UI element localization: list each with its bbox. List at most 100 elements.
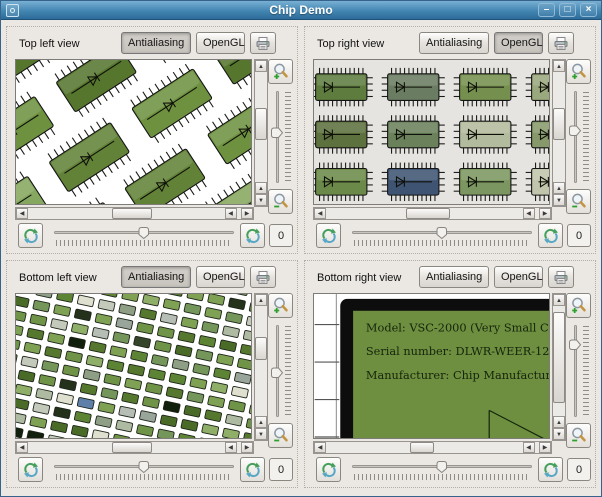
chip[interactable] [313, 162, 373, 202]
rotate-slider-handle[interactable] [138, 226, 150, 240]
horizontal-scrollbar-thumb[interactable] [410, 442, 434, 453]
horizontal-scrollbar-thumb[interactable] [406, 208, 450, 219]
horizontal-scrollbar[interactable]: ◀ ◀ ▶ [15, 207, 254, 220]
zoom-slider-handle[interactable] [568, 125, 582, 137]
print-button[interactable] [548, 32, 574, 54]
scroll-left-icon[interactable]: ◀ [314, 442, 326, 453]
antialiasing-button[interactable]: Antialiasing [419, 266, 489, 288]
zoom-out-button[interactable] [268, 189, 293, 214]
scroll-right-icon[interactable]: ▶ [241, 442, 253, 453]
rotate-right-button[interactable] [240, 223, 265, 248]
scroll-right-icon[interactable]: ▶ [539, 442, 551, 453]
chip[interactable] [453, 67, 517, 107]
rotate-left-button[interactable] [316, 223, 341, 248]
vertical-scrollbar[interactable]: ▲ ▲ ▼ [552, 293, 566, 441]
scroll-up-icon[interactable]: ▲ [553, 60, 565, 72]
scroll-left-icon[interactable]: ◀ [224, 208, 237, 219]
zoom-in-button[interactable] [268, 293, 293, 318]
graphics-scene[interactable]: Model: VSC-2000 (Very Small Chip) at 9 Se… [313, 293, 550, 439]
rotate-slider[interactable] [52, 225, 236, 247]
antialiasing-button[interactable]: Antialiasing [419, 32, 489, 54]
zoom-out-button[interactable] [566, 423, 591, 448]
opengl-button[interactable]: OpenGL [494, 32, 543, 54]
antialiasing-button[interactable]: Antialiasing [121, 32, 191, 54]
scroll-left-icon[interactable]: ◀ [224, 442, 237, 453]
chip[interactable] [381, 67, 445, 107]
scroll-up-icon[interactable]: ▲ [255, 182, 267, 194]
zoom-slider[interactable] [269, 89, 293, 185]
scroll-left-icon[interactable]: ◀ [16, 442, 28, 453]
rotate-right-button[interactable] [240, 457, 265, 482]
zoom-slider-handle[interactable] [270, 127, 284, 139]
rotate-right-button[interactable] [538, 223, 563, 248]
horizontal-scrollbar[interactable]: ◀ ◀ ▶ [313, 207, 552, 220]
scroll-left-icon[interactable]: ◀ [314, 208, 326, 219]
maximize-button[interactable]: □ [559, 3, 576, 17]
zoom-slider[interactable] [269, 323, 293, 419]
scroll-up-icon[interactable]: ▲ [255, 294, 267, 306]
rotate-slider-handle[interactable] [436, 226, 448, 240]
minimize-button[interactable]: – [538, 3, 555, 17]
opengl-button[interactable]: OpenGL [494, 266, 543, 288]
graphics-scene[interactable] [15, 293, 252, 439]
titlebar[interactable]: Chip Demo – □ × [1, 1, 601, 20]
chip[interactable] [453, 115, 517, 154]
horizontal-scrollbar-thumb[interactable] [112, 208, 152, 219]
scroll-right-icon[interactable]: ▶ [539, 208, 551, 219]
zoom-slider[interactable] [567, 89, 591, 185]
zoom-slider-handle[interactable] [568, 339, 582, 351]
scroll-down-icon[interactable]: ▼ [255, 428, 267, 440]
vertical-scrollbar[interactable]: ▲ ▲ ▼ [254, 293, 268, 441]
zoom-in-button[interactable] [268, 59, 293, 84]
close-button[interactable]: × [580, 3, 597, 17]
scroll-up-icon[interactable]: ▲ [553, 182, 565, 194]
rotate-slider[interactable] [52, 459, 236, 481]
scroll-up-icon[interactable]: ▲ [553, 416, 565, 428]
scroll-right-icon[interactable]: ▶ [241, 208, 253, 219]
chip[interactable] [381, 115, 445, 154]
graphics-scene[interactable] [313, 59, 550, 205]
rotate-left-button[interactable] [18, 223, 43, 248]
print-button[interactable] [548, 266, 574, 288]
vertical-scrollbar[interactable]: ▲ ▲ ▼ [254, 59, 268, 207]
zoom-out-button[interactable] [566, 189, 591, 214]
horizontal-scrollbar[interactable]: ◀ ◀ ▶ [15, 441, 254, 454]
vertical-scrollbar[interactable]: ▲ ▲ ▼ [552, 59, 566, 207]
opengl-button[interactable]: OpenGL [196, 266, 245, 288]
chip[interactable] [453, 162, 517, 202]
zoom-out-button[interactable] [268, 423, 293, 448]
scroll-down-icon[interactable]: ▼ [553, 194, 565, 206]
scroll-down-icon[interactable]: ▼ [553, 428, 565, 440]
scroll-up-icon[interactable]: ▲ [255, 60, 267, 72]
scroll-left-icon[interactable]: ◀ [522, 442, 535, 453]
rotate-left-button[interactable] [18, 457, 43, 482]
horizontal-scrollbar[interactable]: ◀ ◀ ▶ [313, 441, 552, 454]
rotate-slider-handle[interactable] [436, 460, 448, 474]
chip[interactable] [313, 115, 373, 154]
zoom-in-button[interactable] [566, 59, 591, 84]
opengl-button[interactable]: OpenGL [196, 32, 245, 54]
scroll-down-icon[interactable]: ▼ [255, 194, 267, 206]
rotate-slider-handle[interactable] [138, 460, 150, 474]
vertical-scrollbar-thumb[interactable] [255, 108, 267, 141]
rotate-slider[interactable] [350, 225, 534, 247]
print-button[interactable] [250, 266, 276, 288]
zoom-in-button[interactable] [566, 293, 591, 318]
rotate-slider[interactable] [350, 459, 534, 481]
rotate-right-button[interactable] [538, 457, 563, 482]
print-button[interactable] [250, 32, 276, 54]
scroll-up-icon[interactable]: ▲ [553, 294, 565, 306]
vertical-scrollbar-thumb[interactable] [255, 336, 267, 361]
graphics-scene[interactable] [15, 59, 252, 205]
vertical-scrollbar-thumb[interactable] [553, 312, 565, 404]
chip[interactable] [313, 67, 373, 107]
vertical-scrollbar-thumb[interactable] [553, 108, 565, 141]
scroll-left-icon[interactable]: ◀ [16, 208, 28, 219]
zoom-slider-handle[interactable] [270, 367, 284, 379]
chip[interactable] [381, 162, 445, 202]
rotate-left-button[interactable] [316, 457, 341, 482]
antialiasing-button[interactable]: Antialiasing [121, 266, 191, 288]
scroll-left-icon[interactable]: ◀ [522, 208, 535, 219]
zoom-slider[interactable] [567, 323, 591, 419]
horizontal-scrollbar-thumb[interactable] [112, 442, 152, 453]
